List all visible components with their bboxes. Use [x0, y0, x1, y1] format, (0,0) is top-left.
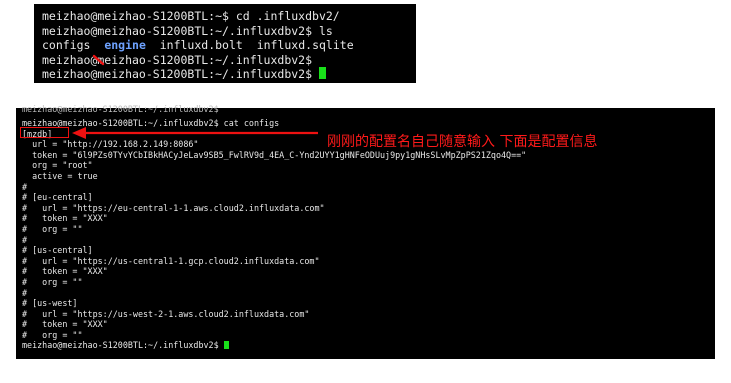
annotation-text: 刚刚的配置名自己随意输入 下面是配置信息: [327, 134, 598, 150]
annotation-overlay: [72, 54, 318, 139]
arrow-head-icon: [72, 127, 86, 139]
pointer-mark-icon: [92, 54, 105, 66]
